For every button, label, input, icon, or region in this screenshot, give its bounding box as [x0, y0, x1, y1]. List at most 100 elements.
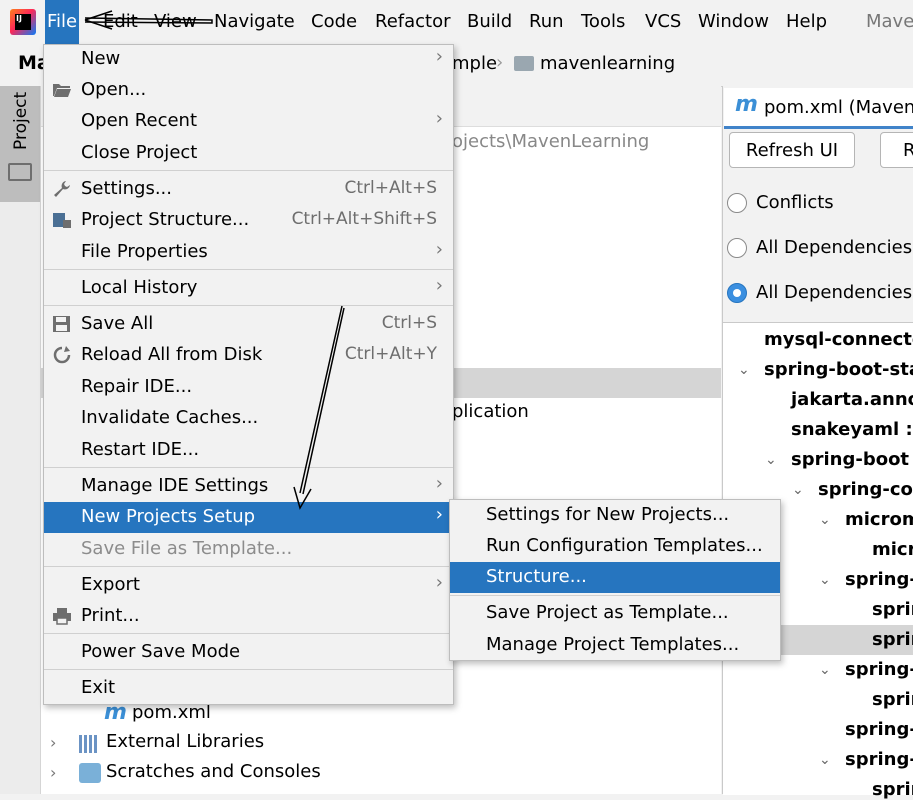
r-button[interactable]: R [880, 132, 913, 168]
submenu-item-label: Structure... [486, 566, 587, 587]
chevron-down-icon[interactable]: ⌄ [819, 752, 831, 768]
tree-item-pom[interactable]: pom.xml [132, 702, 211, 723]
menu-item-open[interactable]: Open... [44, 75, 453, 106]
breadcrumb-item[interactable]: mple [452, 53, 497, 74]
chevron-right-icon: › [435, 473, 443, 494]
menu-item-close-project[interactable]: Close Project [44, 138, 453, 169]
menu-help[interactable]: Help [784, 0, 829, 44]
dependency-node[interactable]: spring-boot : [791, 449, 913, 470]
dependency-node[interactable]: micr [872, 539, 913, 560]
dependency-node[interactable]: jakarta.annota [791, 389, 913, 410]
project-tab-label: Project [11, 91, 31, 150]
chevron-right-icon[interactable]: › [50, 763, 56, 782]
menu-run[interactable]: Run [527, 0, 566, 44]
menu-file[interactable]: File [45, 0, 80, 44]
menu-navigate[interactable]: Navigate [212, 0, 297, 44]
dependency-node[interactable]: sprin [872, 599, 913, 620]
menu-item-label: Settings... [81, 178, 172, 199]
menu-item-exit[interactable]: Exit [44, 673, 453, 704]
menu-item-local-history[interactable]: Local History › [44, 273, 453, 304]
chevron-down-icon[interactable]: ⌄ [819, 512, 831, 528]
chevron-down-icon[interactable]: ⌄ [819, 572, 831, 588]
menu-code[interactable]: Code [309, 0, 359, 44]
submenu-item-settings-for-new-projects[interactable]: Settings for New Projects... [450, 500, 780, 531]
submenu-item-run-configuration-templates[interactable]: Run Configuration Templates... [450, 531, 780, 562]
menu-item-print[interactable]: Print... [44, 601, 453, 632]
menu-item-restart-ide[interactable]: Restart IDE... [44, 435, 453, 466]
menu-shortcut: Ctrl+Alt+Shift+S [291, 209, 437, 229]
dependency-node[interactable]: microm [845, 509, 913, 530]
dependency-node[interactable]: snakeyaml : 2. [791, 419, 913, 440]
menu-item-power-save-mode[interactable]: Power Save Mode [44, 637, 453, 668]
chevron-down-icon[interactable]: ⌄ [765, 452, 777, 468]
menu-vcs[interactable]: VCS [643, 0, 683, 44]
tree-item-scratches[interactable]: Scratches and Consoles [106, 761, 321, 782]
menu-item-file-properties[interactable]: File Properties › [44, 237, 453, 268]
menu-item-label: Power Save Mode [81, 641, 241, 662]
wrench-icon [54, 181, 70, 197]
project-path: ojects\MavenLearning [452, 131, 650, 152]
menu-item-project-structure[interactable]: Project Structure... Ctrl+Alt+Shift+S [44, 205, 453, 236]
menu-edit[interactable]: Edit [101, 0, 140, 44]
menu-item-label: Save All [81, 313, 154, 334]
refresh-ui-button[interactable]: Refresh UI [729, 132, 855, 168]
dependency-node[interactable]: spring-c [845, 749, 913, 770]
menu-item-reload-all[interactable]: Reload All from Disk Ctrl+Alt+Y [44, 340, 453, 371]
conflicts-radio[interactable] [727, 193, 747, 213]
submenu-item-save-project-as-template[interactable]: Save Project as Template... [450, 598, 780, 629]
menu-build[interactable]: Build [465, 0, 514, 44]
menu-refactor[interactable]: Refactor [373, 0, 453, 44]
chevron-right-icon: › [435, 108, 443, 129]
breadcrumb-chevron-icon: › [496, 52, 504, 73]
menu-item-label: Open Recent [81, 110, 198, 131]
menu-view[interactable]: View [152, 0, 199, 44]
submenu-item-structure[interactable]: Structure... [450, 562, 780, 593]
intellij-logo-icon: IJ [10, 9, 36, 35]
menu-item-label: Open... [81, 79, 147, 100]
chevron-down-icon[interactable]: ⌄ [738, 362, 750, 378]
all-dependencies-list-label: All Dependencies a [756, 237, 913, 258]
chevron-right-icon: › [435, 46, 443, 67]
dependency-node[interactable]: spring-cor [818, 479, 913, 500]
menu-item-save-file-as-template[interactable]: Save File as Template... [44, 534, 453, 565]
menu-item-label: New [81, 48, 121, 69]
dependency-node[interactable]: mysql-connector [764, 329, 913, 350]
menu-item-new-projects-setup[interactable]: New Projects Setup › [44, 502, 453, 533]
menu-item-repair-ide[interactable]: Repair IDE... [44, 372, 453, 403]
menu-item-open-recent[interactable]: Open Recent › [44, 106, 453, 137]
menu-item-manage-ide-settings[interactable]: Manage IDE Settings › [44, 471, 453, 502]
menu-item-label: Print... [81, 605, 140, 626]
submenu-item-manage-project-templates[interactable]: Manage Project Templates... [450, 630, 780, 661]
dependency-node[interactable]: sprin [872, 689, 913, 710]
project-structure-icon [53, 213, 71, 228]
submenu-item-label: Manage Project Templates... [486, 634, 740, 655]
menu-item-export[interactable]: Export › [44, 570, 453, 601]
dependency-node[interactable]: sprin [872, 629, 913, 650]
menu-item-new[interactable]: New › [44, 44, 453, 75]
menu-item-save-all[interactable]: Save All Ctrl+S [44, 309, 453, 340]
dependency-node[interactable]: spring-b [845, 659, 913, 680]
editor-tab-label: pom.xml (Mavenl [764, 97, 913, 118]
dependency-node[interactable]: spring-a [845, 569, 913, 590]
all-dependencies-tree-radio[interactable] [727, 283, 747, 303]
dependency-node[interactable]: sprin [872, 779, 913, 800]
chevron-down-icon[interactable]: ⌄ [819, 662, 831, 678]
tree-item-external-libraries[interactable]: External Libraries [106, 731, 264, 752]
dependency-node[interactable]: spring-c [845, 719, 913, 740]
menu-item-label: Close Project [81, 142, 198, 163]
menu-item-invalidate-caches[interactable]: Invalidate Caches... [44, 403, 453, 434]
menu-item-label: Save File as Template... [81, 538, 293, 559]
chevron-down-icon[interactable]: ⌄ [792, 482, 804, 498]
menu-separator [44, 269, 453, 270]
menu-item-settings[interactable]: Settings... Ctrl+Alt+S [44, 174, 453, 205]
breadcrumb-mavenlearning[interactable]: mavenlearning [540, 53, 675, 74]
chevron-right-icon[interactable]: › [50, 733, 56, 752]
reload-icon [53, 346, 71, 364]
all-dependencies-list-radio[interactable] [727, 238, 747, 258]
menu-tools[interactable]: Tools [579, 0, 627, 44]
menu-item-label: Reload All from Disk [81, 344, 263, 365]
dependency-node[interactable]: spring-boot-star [764, 359, 913, 380]
menu-bar: IJ File Edit View Navigate Code Refactor… [0, 0, 913, 44]
tree-item-application[interactable]: plication [452, 401, 529, 422]
menu-window[interactable]: Window [696, 0, 771, 44]
